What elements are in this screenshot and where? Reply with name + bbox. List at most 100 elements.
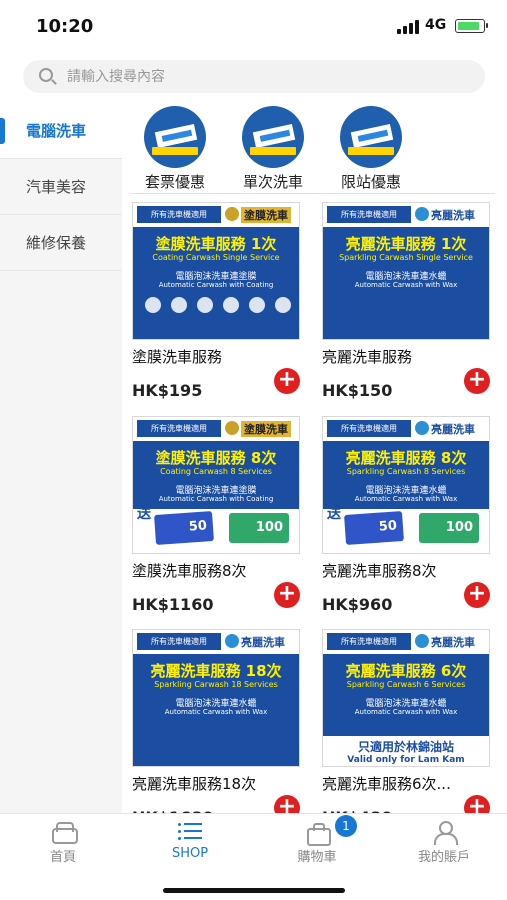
- banner-scope: 所有洗車機適用: [327, 206, 411, 223]
- banner-feature-en: Automatic Carwash with Coating: [158, 495, 274, 503]
- banner-headline: 亮麗洗車服務 1次: [345, 235, 467, 253]
- coupon-50: 50: [154, 511, 214, 545]
- banner-subtitle: Coating Carwash 8 Services: [160, 467, 272, 476]
- product-image[interactable]: 所有洗車機適用 亮麗洗車 亮麗洗車服務 18次 Sparkling Carwash…: [132, 629, 300, 767]
- banner-subtitle: Sparkling Carwash 6 Services: [346, 680, 466, 689]
- nav-label: 首頁: [49, 850, 76, 865]
- add-to-cart-button[interactable]: +: [464, 368, 490, 394]
- nav-label: 我的賬戶: [417, 850, 470, 865]
- banner-brand: 塗膜洗車: [241, 421, 291, 437]
- add-to-cart-button[interactable]: +: [274, 582, 300, 608]
- cart-count-badge: 1: [335, 815, 357, 837]
- nav-label: SHOP: [171, 846, 209, 861]
- station-restriction: 只適用於林錦油站 Valid only for Lam Kam: [323, 736, 489, 766]
- user-icon: [431, 820, 458, 845]
- search-bar[interactable]: [23, 60, 485, 93]
- product-image[interactable]: 所有洗車機適用 亮麗洗車 亮麗洗車服務 1次 Sparkling Carwash …: [322, 202, 490, 340]
- network-type: 4G: [425, 17, 447, 33]
- feature-icons: [145, 297, 291, 313]
- banner-headline: 亮麗洗車服務 8次: [345, 449, 467, 467]
- package-service-icon: [144, 106, 206, 168]
- brand-logo: [225, 207, 239, 221]
- banner-brand: 塗膜洗車: [241, 207, 291, 223]
- banner-headline: 塗膜洗車服務 1次: [155, 235, 277, 253]
- banner-feature-en: Automatic Carwash with Wax: [354, 281, 458, 289]
- coupon-50: 50: [344, 511, 404, 545]
- nav-shop[interactable]: SHOP: [127, 814, 253, 870]
- sidebar-item-car-beauty[interactable]: 汽車美容: [0, 159, 122, 215]
- bottom-navigation: 首頁 SHOP 購物車 1 我的賬戶: [0, 813, 507, 900]
- banner-feature-en: Automatic Carwash with Wax: [354, 708, 458, 716]
- subcategory-package[interactable]: 套票優惠: [130, 106, 220, 192]
- banner-subtitle: Coating Carwash Single Service: [152, 253, 280, 262]
- product-image[interactable]: 所有洗車機適用 塗膜洗車 塗膜洗車服務 1次 Coating Carwash Si…: [132, 202, 300, 340]
- sidebar-item-label: 汽車美容: [26, 178, 87, 196]
- banner-subtitle: Sparkling Carwash Single Service: [339, 253, 473, 262]
- product-card[interactable]: 所有洗車機適用 亮麗洗車 亮麗洗車服務 8次 Sparkling Carwash …: [322, 416, 492, 614]
- subcategory-label: 套票優惠: [144, 173, 205, 191]
- restriction-en: Valid only for Lam Kam: [347, 755, 465, 765]
- banner-subtitle: Sparkling Carwash 18 Services: [154, 680, 278, 689]
- add-to-cart-button[interactable]: +: [274, 368, 300, 394]
- gift-coupons: 送 50 100: [323, 506, 489, 553]
- banner-feature-en: Automatic Carwash with Coating: [158, 281, 274, 289]
- status-bar: 10:20 4G: [0, 0, 507, 50]
- coupon-100: 100: [229, 513, 289, 543]
- add-to-cart-button[interactable]: +: [464, 582, 490, 608]
- battery-icon: [455, 19, 488, 33]
- banner-brand: 亮麗洗車: [431, 209, 475, 222]
- banner-brand: 亮麗洗車: [431, 636, 475, 649]
- product-card[interactable]: 所有洗車機適用 塗膜洗車 塗膜洗車服務 8次 Coating Carwash 8 …: [132, 416, 302, 614]
- brand-logo: [225, 634, 239, 648]
- nav-cart[interactable]: 購物車: [254, 814, 380, 870]
- product-card[interactable]: 所有洗車機適用 塗膜洗車 塗膜洗車服務 1次 Coating Carwash Si…: [132, 202, 302, 400]
- banner-scope: 所有洗車機適用: [327, 420, 411, 437]
- sidebar-item-maintenance[interactable]: 維修保養: [0, 215, 122, 271]
- product-name: 亮麗洗車服務18次: [132, 775, 257, 793]
- gift-coupons: 送 50 100: [133, 506, 299, 553]
- category-sidebar: 電腦洗車 汽車美容 維修保養: [0, 103, 122, 813]
- restriction-zh: 只適用於林錦油站: [357, 740, 454, 754]
- nav-account[interactable]: 我的賬戶: [381, 814, 507, 870]
- gift-label: 送: [137, 506, 151, 522]
- divider: [130, 193, 495, 194]
- banner-brand: 亮麗洗車: [241, 636, 285, 649]
- banner-subtitle: Sparkling Carwash 8 Services: [346, 467, 466, 476]
- brand-logo: [415, 421, 429, 435]
- sidebar-item-label: 維修保養: [26, 234, 87, 252]
- product-card[interactable]: 所有洗車機適用 亮麗洗車 亮麗洗車服務 18次 Sparkling Carwash…: [132, 629, 302, 827]
- product-name: 亮麗洗車服務8次: [322, 562, 437, 580]
- list-icon: [177, 820, 203, 844]
- banner-headline: 亮麗洗車服務 6次: [345, 662, 467, 680]
- brand-logo: [225, 421, 239, 435]
- brand-logo: [415, 207, 429, 221]
- nav-home[interactable]: 首頁: [0, 814, 126, 870]
- product-name: 塗膜洗車服務8次: [132, 562, 247, 580]
- sidebar-item-label: 電腦洗車: [26, 122, 87, 140]
- nav-label: 購物車: [297, 850, 337, 865]
- subcategory-single[interactable]: 單次洗車: [228, 106, 318, 192]
- product-image[interactable]: 所有洗車機適用 塗膜洗車 塗膜洗車服務 8次 Coating Carwash 8 …: [132, 416, 300, 554]
- sidebar-item-computer-carwash[interactable]: 電腦洗車: [0, 103, 122, 159]
- product-card[interactable]: 所有洗車機適用 亮麗洗車 亮麗洗車服務 6次 Sparkling Carwash …: [322, 629, 492, 827]
- car-icon: [50, 820, 78, 844]
- product-image[interactable]: 所有洗車機適用 亮麗洗車 亮麗洗車服務 8次 Sparkling Carwash …: [322, 416, 490, 554]
- subcategory-station-limited[interactable]: 限站優惠: [326, 106, 416, 192]
- subcategory-label: 限站優惠: [340, 173, 401, 191]
- banner-brand: 亮麗洗車: [431, 423, 475, 436]
- product-name: 亮麗洗車服務6次...: [322, 775, 451, 793]
- product-image[interactable]: 所有洗車機適用 亮麗洗車 亮麗洗車服務 6次 Sparkling Carwash …: [322, 629, 490, 767]
- signal-icon: [397, 20, 419, 34]
- subcategory-label: 單次洗車: [242, 173, 303, 191]
- product-card[interactable]: 所有洗車機適用 亮麗洗車 亮麗洗車服務 1次 Sparkling Carwash …: [322, 202, 492, 400]
- single-service-icon: [242, 106, 304, 168]
- brand-logo: [415, 634, 429, 648]
- package-service-icon: [340, 106, 402, 168]
- banner-scope: 所有洗車機適用: [327, 633, 411, 650]
- search-icon: [39, 68, 53, 82]
- banner-headline: 亮麗洗車服務 18次: [150, 662, 282, 680]
- banner-scope: 所有洗車機適用: [137, 206, 221, 223]
- search-input[interactable]: [67, 64, 467, 89]
- status-time: 10:20: [36, 16, 94, 37]
- banner-scope: 所有洗車機適用: [137, 420, 221, 437]
